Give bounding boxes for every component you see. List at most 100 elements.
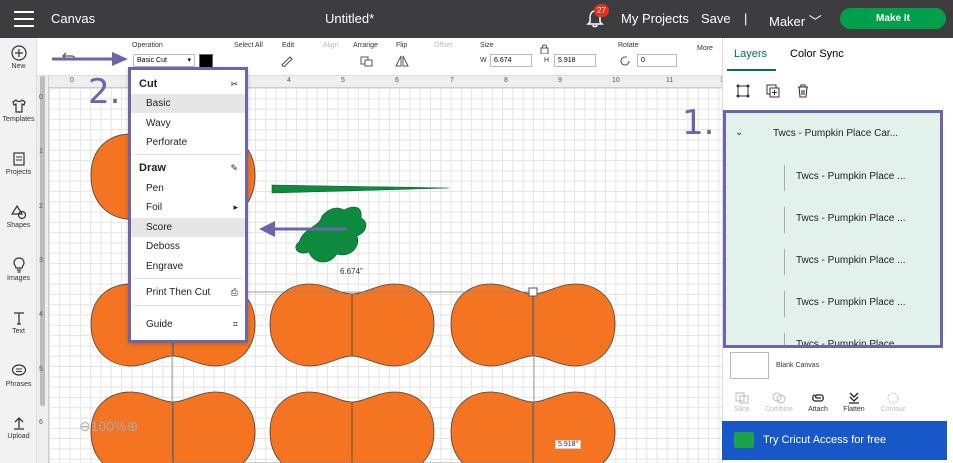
nav-label: Images <box>7 275 30 282</box>
op-basic[interactable]: Basic <box>131 94 245 113</box>
op-guide[interactable]: Guide ⌗ <box>131 315 245 334</box>
layer-group-name: Twcs - Pumpkin Place Car... <box>773 128 899 139</box>
operation-dropdown: Cut ✂ Basic Wavy Perforate Draw ✎ Pen Foil… <box>128 67 248 343</box>
zoom-out-icon[interactable]: ⊖ <box>79 418 91 434</box>
arrange-label[interactable]: Arrange <box>353 42 378 49</box>
trash-icon[interactable] <box>795 83 811 99</box>
layer-row[interactable]: Twcs - Pumpkin Place ... <box>726 157 940 199</box>
layer-row[interactable]: Twcs - Pumpkin Place ... <box>726 283 940 325</box>
top-bar: Canvas Untitled* 27 My Projects Save | M… <box>0 0 953 38</box>
nav-images[interactable]: Images <box>0 257 37 282</box>
phrases-icon <box>11 364 26 376</box>
plus-icon <box>10 45 27 61</box>
rotate-icon <box>620 56 630 66</box>
tool-label: Slice <box>734 406 750 413</box>
save-button[interactable]: Save <box>701 11 731 26</box>
operation-select[interactable]: Basic Cut ▾ <box>133 54 195 67</box>
attach-button[interactable]: Attach <box>798 392 838 413</box>
flip-icon[interactable] <box>394 55 410 67</box>
layer-row[interactable]: Twcs - Pumpkin Place ... <box>726 199 940 241</box>
my-projects-link[interactable]: My Projects <box>621 11 689 26</box>
scissors-icon: ✂ <box>230 79 238 89</box>
nav-new[interactable]: New <box>0 45 37 70</box>
make-it-button[interactable]: Make It <box>840 8 946 29</box>
chevron-down-icon[interactable]: ⌄ <box>735 127 743 138</box>
combine-icon <box>772 392 786 404</box>
try-access-banner[interactable]: Try Cricut Access for free <box>722 421 947 460</box>
offset-label: Offset <box>434 42 453 49</box>
zoom-in-icon[interactable]: ⊕ <box>127 418 139 434</box>
nav-label: New <box>11 63 26 70</box>
op-engrave[interactable]: Engrave <box>131 257 245 276</box>
group-icon[interactable] <box>735 83 751 99</box>
layer-row[interactable]: Twcs - Pumpkin Place ... <box>726 241 940 283</box>
chevron-right-icon: ▸ <box>233 202 238 212</box>
flip-label[interactable]: Flip <box>396 42 407 49</box>
dimension-label: 5.918" <box>555 440 582 449</box>
op-wavy[interactable]: Wavy <box>131 114 245 133</box>
menu-divider <box>134 305 242 306</box>
nav-upload[interactable]: Upload <box>0 415 37 440</box>
guide-icon: ⌗ <box>232 319 238 329</box>
menu-divider <box>134 154 242 155</box>
layer-tree-line <box>784 333 785 345</box>
layer-tree-line <box>784 207 785 233</box>
height-input[interactable]: 5.918 <box>554 54 596 67</box>
nav-label: Projects <box>5 169 32 176</box>
layer-name: Twcs - Pumpkin Place ... <box>796 339 906 348</box>
flatten-icon <box>849 392 859 404</box>
contour-icon <box>887 392 899 404</box>
layer-row[interactable]: Twcs - Pumpkin Place ... <box>726 325 940 348</box>
rotate-label: Rotate <box>618 42 639 49</box>
op-print-then-cut[interactable]: Print Then Cut ⎙ <box>131 283 245 302</box>
more-label[interactable]: More <box>697 45 713 52</box>
resize-handle[interactable] <box>528 287 538 297</box>
menu-icon[interactable] <box>14 11 34 27</box>
leaf-shape[interactable] <box>295 206 367 263</box>
nav-label: Templates <box>2 116 35 123</box>
layer-group-row[interactable]: ⌄ Twcs - Pumpkin Place Car... <box>726 113 940 157</box>
annotation-arrowhead <box>259 221 275 237</box>
nav-phrases[interactable]: Phrases <box>0 363 37 388</box>
nav-shapes[interactable]: Shapes <box>0 204 37 229</box>
flatten-button[interactable]: Flatten <box>834 392 874 413</box>
op-foil[interactable]: Foil ▸ <box>131 198 245 217</box>
nav-templates[interactable]: Templates <box>0 98 37 123</box>
pencil-icon[interactable] <box>280 55 296 67</box>
nav-label: Text <box>12 328 25 335</box>
width-input[interactable]: 6.674 <box>490 54 532 67</box>
op-pen[interactable]: Pen <box>131 179 245 198</box>
pumpkin-shape[interactable] <box>269 391 435 463</box>
tool-label: Combine <box>764 406 793 413</box>
color-swatch[interactable] <box>199 54 213 68</box>
pumpkin-shape[interactable] <box>450 391 616 463</box>
operation-value: Basic Cut <box>137 57 167 64</box>
duplicate-icon[interactable] <box>765 83 781 99</box>
nav-text[interactable]: Text <box>0 310 37 335</box>
zoom-control[interactable]: ⊖100%⊕ <box>79 418 138 435</box>
op-deboss[interactable]: Deboss <box>131 237 245 256</box>
lock-icon[interactable] <box>540 44 549 54</box>
stem-shape[interactable] <box>271 184 450 194</box>
notification-badge: 27 <box>594 4 609 17</box>
machine-select[interactable]: Maker ﹀ <box>769 11 822 30</box>
layer-name: Twcs - Pumpkin Place ... <box>796 213 906 224</box>
annotation-arrow <box>52 52 128 66</box>
tab-layers[interactable]: Layers <box>734 48 767 60</box>
layer-tree-line <box>784 249 785 275</box>
tab-color-sync[interactable]: Color Sync <box>790 48 844 60</box>
shirt-icon <box>11 99 26 113</box>
op-perforate[interactable]: Perforate <box>131 133 245 152</box>
select-all-label[interactable]: Select All <box>234 42 263 49</box>
pumpkin-shape[interactable] <box>269 283 435 367</box>
edit-label[interactable]: Edit <box>282 42 294 49</box>
caret-down-icon: ▾ <box>187 57 191 64</box>
op-score[interactable]: Score <box>131 218 245 237</box>
rotate-input[interactable]: 0 <box>637 54 677 67</box>
text-icon <box>13 312 24 325</box>
blank-canvas-swatch[interactable] <box>730 352 769 379</box>
arrange-icon[interactable] <box>359 55 375 67</box>
divider: | <box>744 11 748 26</box>
nav-projects[interactable]: Projects <box>0 151 37 176</box>
machine-label: Maker <box>769 14 806 29</box>
